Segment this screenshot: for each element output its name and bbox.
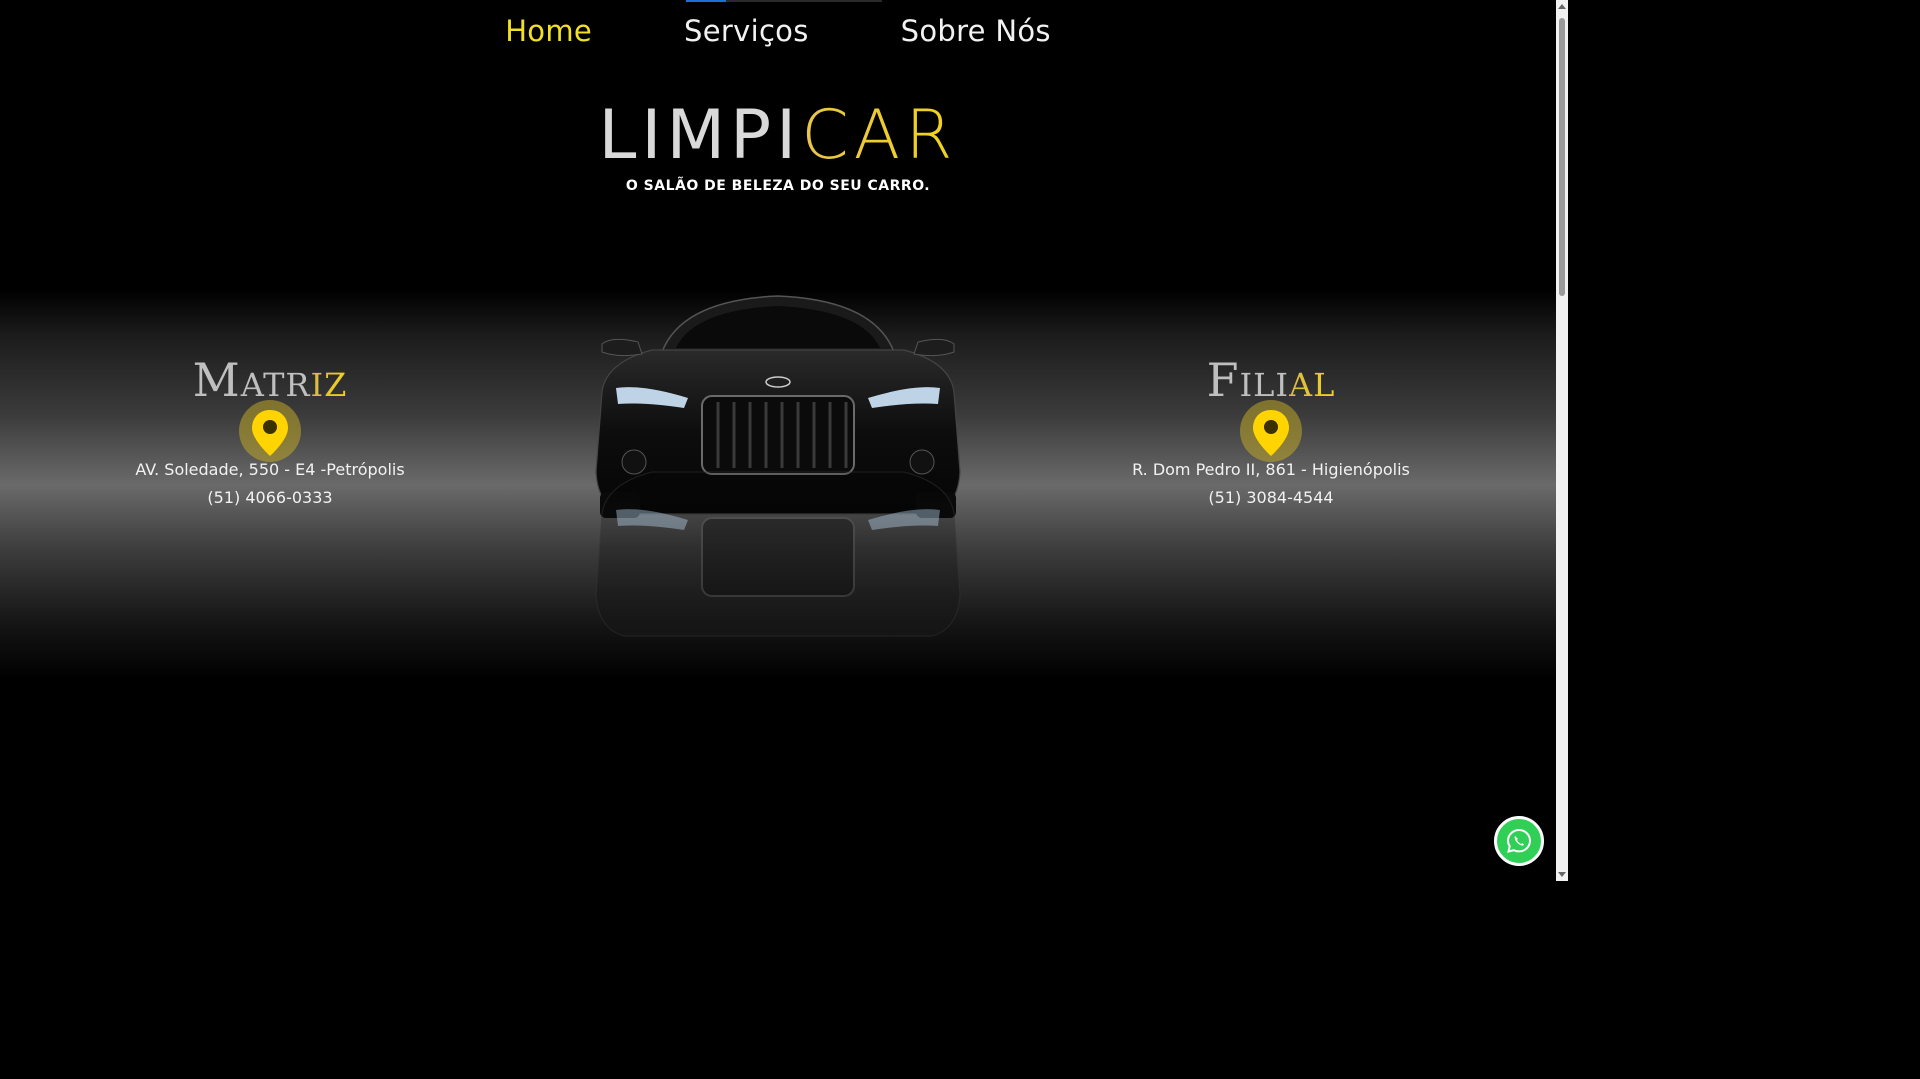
- scroll-up-icon[interactable]: [1558, 4, 1566, 9]
- nav-item-servicos[interactable]: Serviços: [684, 14, 809, 48]
- brand-logo: LIMPICAR: [0, 96, 1556, 176]
- brand-header: LIMPICAR O SALÃO DE BELEZA DO SEU CARRO.: [0, 96, 1556, 194]
- main-nav: Home Serviços Sobre Nós: [0, 14, 1556, 48]
- top-accent-line: [686, 0, 882, 2]
- brand-tagline: O SALÃO DE BELEZA DO SEU CARRO.: [625, 178, 931, 194]
- location-matriz: Matriz AV. Soledade, 550 - E4 -Petrópoli…: [70, 352, 470, 512]
- whatsapp-button[interactable]: [1494, 816, 1544, 866]
- brand-logo-part2: CAR: [801, 96, 958, 175]
- scroll-down-icon[interactable]: [1558, 872, 1566, 877]
- car-image: [595, 295, 961, 637]
- map-pin-icon[interactable]: [1240, 400, 1302, 466]
- top-accent-highlight: [686, 0, 726, 2]
- page-scrollbar[interactable]: [1556, 0, 1568, 881]
- brand-logo-part1: LIMPI: [598, 96, 802, 175]
- map-pin-icon[interactable]: [239, 400, 301, 466]
- location-filial: Filial R. Dom Pedro II, 861 - Higienópol…: [1071, 352, 1471, 512]
- location-matriz-title-part1: Matr: [192, 353, 311, 407]
- location-filial-title-part1: Fili: [1206, 353, 1290, 407]
- location-filial-title-part2: al: [1289, 353, 1336, 407]
- scrollbar-thumb[interactable]: [1559, 18, 1565, 296]
- location-matriz-title-part2: iz: [310, 353, 348, 407]
- whatsapp-icon: [1506, 828, 1532, 853]
- nav-item-home[interactable]: Home: [505, 14, 592, 48]
- location-filial-phone[interactable]: (51) 3084-4544: [1071, 484, 1471, 512]
- location-matriz-phone[interactable]: (51) 4066-0333: [70, 484, 470, 512]
- nav-item-sobre-nos[interactable]: Sobre Nós: [901, 14, 1051, 48]
- landing-page: Home Serviços Sobre Nós LIMPICAR O SALÃO…: [0, 0, 1568, 881]
